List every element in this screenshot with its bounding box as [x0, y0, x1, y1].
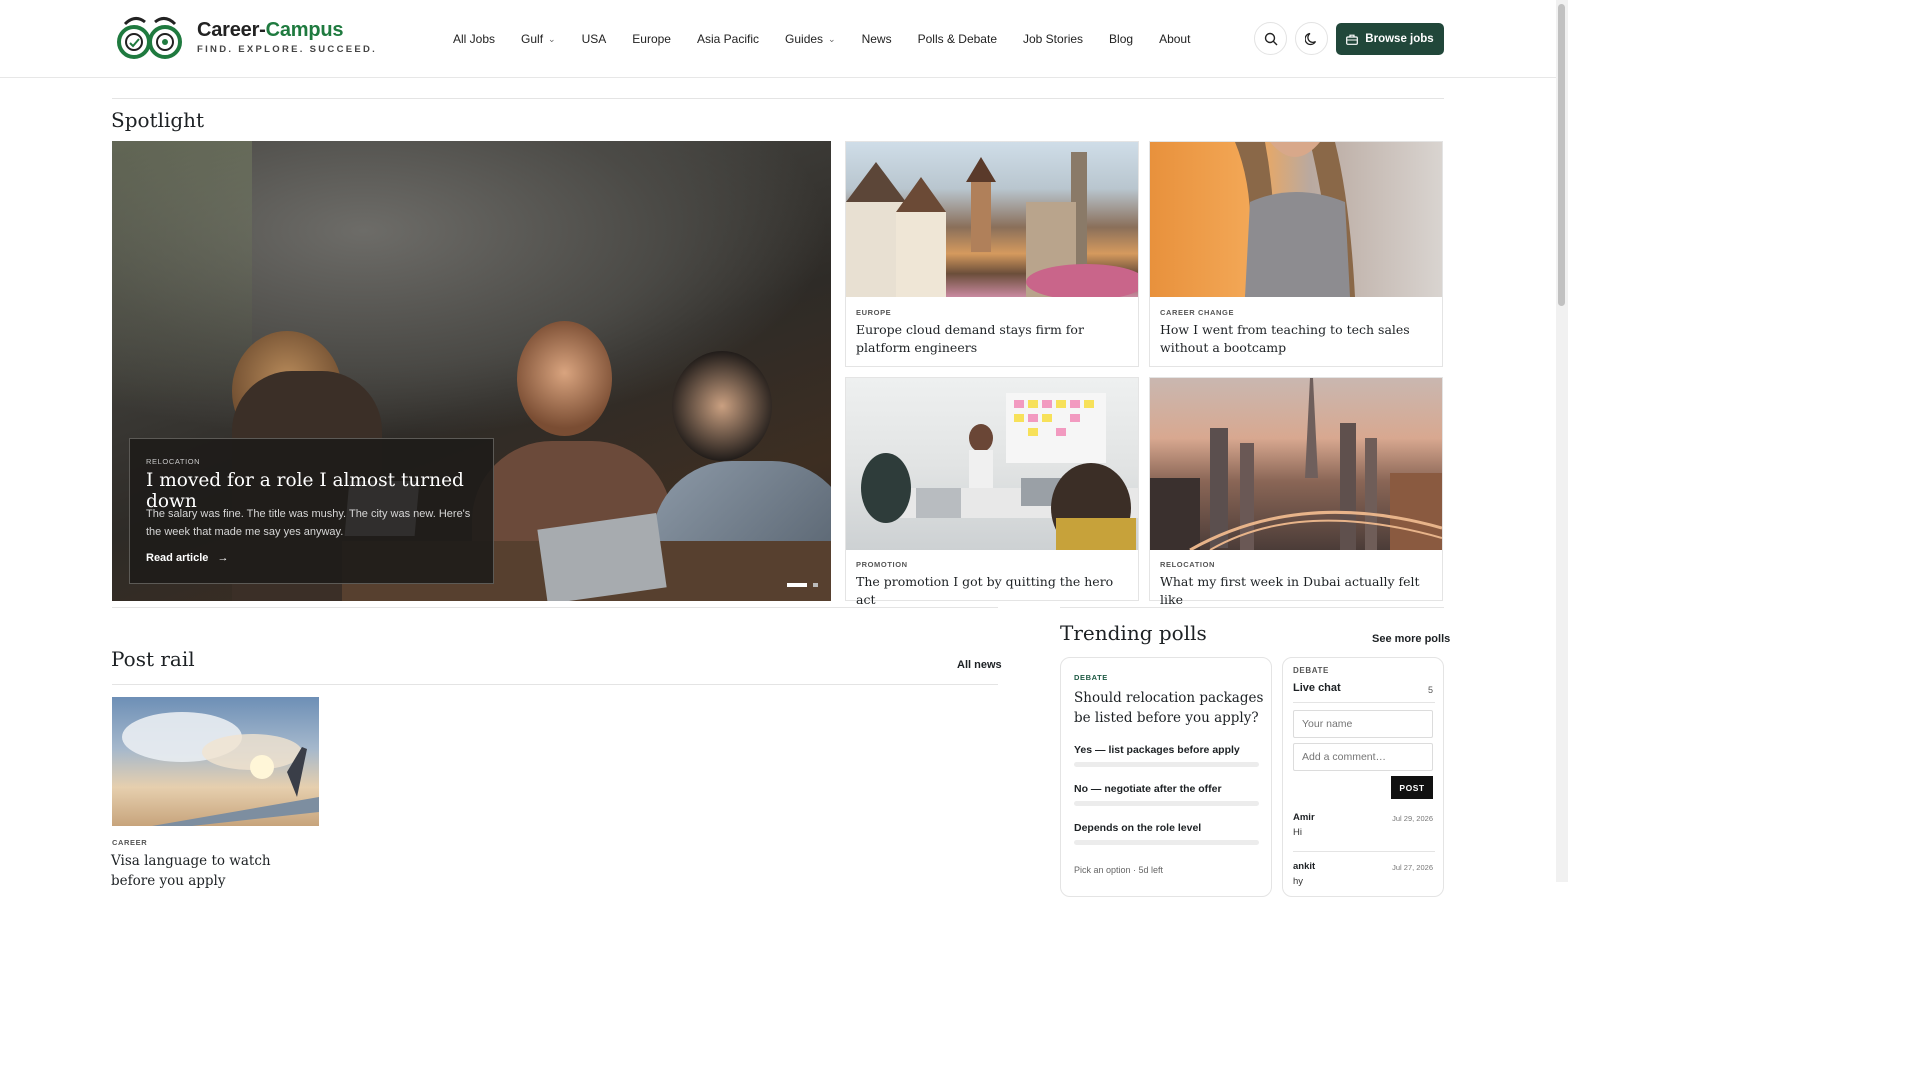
- spotlight-heading: Spotlight: [111, 108, 205, 132]
- poll-card: DEBATE Should relocation packages be lis…: [1060, 657, 1272, 897]
- theme-toggle-button[interactable]: [1295, 22, 1328, 55]
- divider: [1293, 702, 1435, 703]
- site-header: Career-Campus FIND. EXPLORE. SUCCEED. Al…: [0, 0, 1556, 78]
- moon-icon: [1304, 32, 1316, 45]
- briefcase-icon: [1346, 34, 1359, 45]
- chat-message: hy: [1293, 876, 1304, 887]
- carousel-dot-active[interactable]: [787, 583, 807, 587]
- chat-author: ankit: [1293, 861, 1316, 872]
- nav-item-label: News: [861, 32, 892, 46]
- nav-item-label: Asia Pacific: [696, 32, 760, 46]
- card-title[interactable]: The promotion I got by quitting the hero…: [856, 573, 1131, 609]
- trending-polls-heading: Trending polls: [1060, 621, 1207, 645]
- hero-eyebrow: RELOCATION: [146, 457, 201, 466]
- browse-jobs-label: Browse jobs: [1365, 33, 1434, 45]
- nav-item-label: USA: [581, 32, 607, 46]
- nav-item-usa[interactable]: USA: [569, 28, 620, 50]
- post-title[interactable]: Visa language to watch before you apply: [111, 851, 311, 891]
- brand-tagline: FIND. EXPLORE. SUCCEED.: [197, 44, 378, 55]
- nav-item-job-stories[interactable]: Job Stories: [1010, 28, 1096, 50]
- poll-option[interactable]: Depends on the role level: [1074, 822, 1201, 834]
- nav-item-all-jobs[interactable]: All Jobs: [440, 28, 508, 50]
- divider: [1293, 851, 1435, 852]
- post-eyebrow: CAREER: [112, 838, 148, 847]
- nav-item-label: Guides: [785, 32, 824, 46]
- poll-eyebrow: DEBATE: [1074, 673, 1108, 682]
- chat-message: Hi: [1293, 827, 1302, 838]
- hero-excerpt: The salary was fine. The title was mushy…: [146, 508, 471, 538]
- arrow-right-icon: →: [217, 552, 229, 564]
- divider: [112, 607, 998, 608]
- card-eyebrow: EUROPE: [856, 308, 892, 317]
- card-image: [846, 378, 1146, 553]
- poll-question: Should relocation packages be listed bef…: [1074, 690, 1264, 726]
- nav-item-asia-pacific[interactable]: Asia Pacific: [684, 28, 772, 50]
- chat-author: Amir: [1293, 812, 1315, 823]
- search-icon: [1264, 32, 1277, 45]
- logo-mark-icon: [115, 12, 187, 62]
- logo[interactable]: Career-Campus FIND. EXPLORE. SUCCEED.: [115, 12, 377, 62]
- card-title[interactable]: How I went from teaching to tech sales w…: [1160, 321, 1435, 357]
- poll-option[interactable]: No — negotiate after the offer: [1074, 783, 1222, 795]
- scrollbar-thumb[interactable]: [1558, 4, 1565, 306]
- nav-item-label: About: [1159, 32, 1191, 46]
- card-title[interactable]: Europe cloud demand stays firm for platf…: [856, 321, 1131, 357]
- see-more-polls-link[interactable]: See more polls: [1372, 633, 1450, 645]
- poll-option[interactable]: Yes — list packages before apply: [1074, 744, 1240, 756]
- nav-item-label: Blog: [1109, 32, 1134, 46]
- read-article-link[interactable]: Read article →: [146, 552, 228, 564]
- hero-article-card[interactable]: RELOCATION I moved for a role I almost t…: [129, 438, 494, 584]
- card-title[interactable]: What my first week in Dubai actually fel…: [1160, 573, 1435, 609]
- nav-item-label: Job Stories: [1023, 32, 1084, 46]
- card-eyebrow: CAREER CHANGE: [1160, 308, 1235, 317]
- nav-item-label: Gulf: [521, 32, 544, 46]
- carousel-dot[interactable]: [813, 583, 818, 587]
- poll-option-bar[interactable]: [1074, 840, 1259, 845]
- spotlight-card[interactable]: PROMOTION The promotion I got by quittin…: [845, 377, 1146, 607]
- post-comment-button[interactable]: POST: [1391, 776, 1433, 799]
- comment-input[interactable]: [1293, 743, 1433, 771]
- card-eyebrow: RELOCATION: [1160, 560, 1216, 569]
- brand-name: Career-Campus: [197, 19, 344, 41]
- nav-item-label: All Jobs: [453, 32, 496, 46]
- nav-item-gulf[interactable]: Gulf ⌄: [508, 28, 569, 50]
- chat-count: 5: [1427, 685, 1433, 695]
- post-rail-heading: Post rail: [111, 647, 195, 671]
- nav-item-polls-debate[interactable]: Polls & Debate: [905, 28, 1010, 50]
- card-image: [1150, 142, 1442, 297]
- nav-item-blog[interactable]: Blog: [1096, 28, 1146, 50]
- spotlight-card[interactable]: EUROPE Europe cloud demand stays firm fo…: [845, 141, 1146, 367]
- nav-item-guides[interactable]: Guides ⌄: [772, 28, 849, 50]
- name-input[interactable]: [1293, 710, 1433, 738]
- post-image[interactable]: [112, 697, 319, 826]
- search-button[interactable]: [1254, 22, 1287, 55]
- nav-item-about[interactable]: About: [1146, 28, 1203, 50]
- chat-eyebrow: DEBATE: [1293, 666, 1329, 675]
- nav-item-label: Europe: [632, 32, 671, 46]
- nav-item-label: Polls & Debate: [917, 32, 997, 46]
- card-eyebrow: PROMOTION: [856, 560, 908, 569]
- divider: [1060, 607, 1444, 608]
- divider: [112, 98, 1444, 99]
- chevron-down-icon: ⌄: [548, 33, 556, 44]
- spotlight-card[interactable]: RELOCATION What my first week in Dubai a…: [1149, 377, 1443, 607]
- poll-footer: Pick an option · 5d left: [1074, 865, 1164, 875]
- all-news-link[interactable]: All news: [957, 659, 1002, 671]
- card-image: [1150, 378, 1443, 552]
- chevron-down-icon: ⌄: [828, 33, 836, 44]
- chat-title: Live chat: [1293, 682, 1341, 694]
- nav-item-europe[interactable]: Europe: [619, 28, 684, 50]
- divider: [112, 684, 998, 685]
- chat-date: Jul 29, 2026: [1392, 814, 1433, 823]
- main-nav: All Jobs Gulf ⌄ USA Europe Asia Pacific Guides…: [440, 28, 1203, 50]
- card-image: [846, 142, 1146, 300]
- poll-option-bar[interactable]: [1074, 801, 1259, 806]
- browse-jobs-button[interactable]: Browse jobs: [1336, 23, 1444, 55]
- spotlight-card[interactable]: CAREER CHANGE How I went from teaching t…: [1149, 141, 1443, 367]
- poll-option-bar[interactable]: [1074, 762, 1259, 767]
- chat-date: Jul 27, 2026: [1392, 863, 1433, 872]
- live-chat-card: DEBATE Live chat 5 POST Amir Jul 29, 202…: [1282, 657, 1444, 897]
- nav-item-news[interactable]: News: [849, 28, 905, 50]
